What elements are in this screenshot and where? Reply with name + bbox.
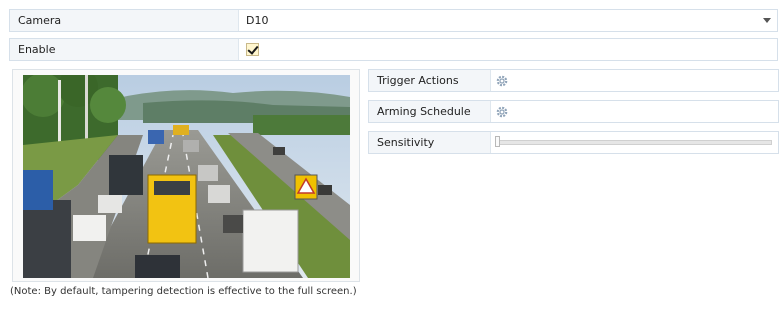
enable-checkbox[interactable] bbox=[246, 43, 259, 56]
enable-row: Enable bbox=[9, 38, 778, 61]
camera-label: Camera bbox=[10, 10, 239, 31]
sensitivity-label: Sensitivity bbox=[369, 132, 491, 153]
arming-schedule-label: Arming Schedule bbox=[369, 101, 491, 122]
chevron-down-icon[interactable] bbox=[763, 18, 771, 23]
enable-label: Enable bbox=[10, 39, 239, 60]
camera-row: Camera D10 bbox=[9, 9, 778, 32]
arming-schedule-row: Arming Schedule bbox=[368, 100, 779, 123]
trigger-actions-field bbox=[492, 70, 778, 91]
gear-icon[interactable] bbox=[496, 106, 508, 118]
sensitivity-slider-track[interactable] bbox=[496, 140, 772, 145]
enable-field bbox=[240, 39, 777, 60]
gear-icon[interactable] bbox=[496, 75, 508, 87]
video-preview-frame bbox=[12, 69, 360, 282]
sensitivity-field bbox=[492, 132, 778, 153]
camera-preview-image[interactable] bbox=[23, 75, 350, 278]
camera-select[interactable]: D10 bbox=[240, 10, 777, 31]
arming-schedule-field bbox=[492, 101, 778, 122]
trigger-actions-label: Trigger Actions bbox=[369, 70, 491, 91]
camera-select-value: D10 bbox=[246, 14, 269, 27]
trigger-actions-row: Trigger Actions bbox=[368, 69, 779, 92]
sensitivity-row: Sensitivity bbox=[368, 131, 779, 154]
sensitivity-slider-handle[interactable] bbox=[495, 136, 500, 147]
tampering-note: (Note: By default, tampering detection i… bbox=[10, 286, 357, 297]
